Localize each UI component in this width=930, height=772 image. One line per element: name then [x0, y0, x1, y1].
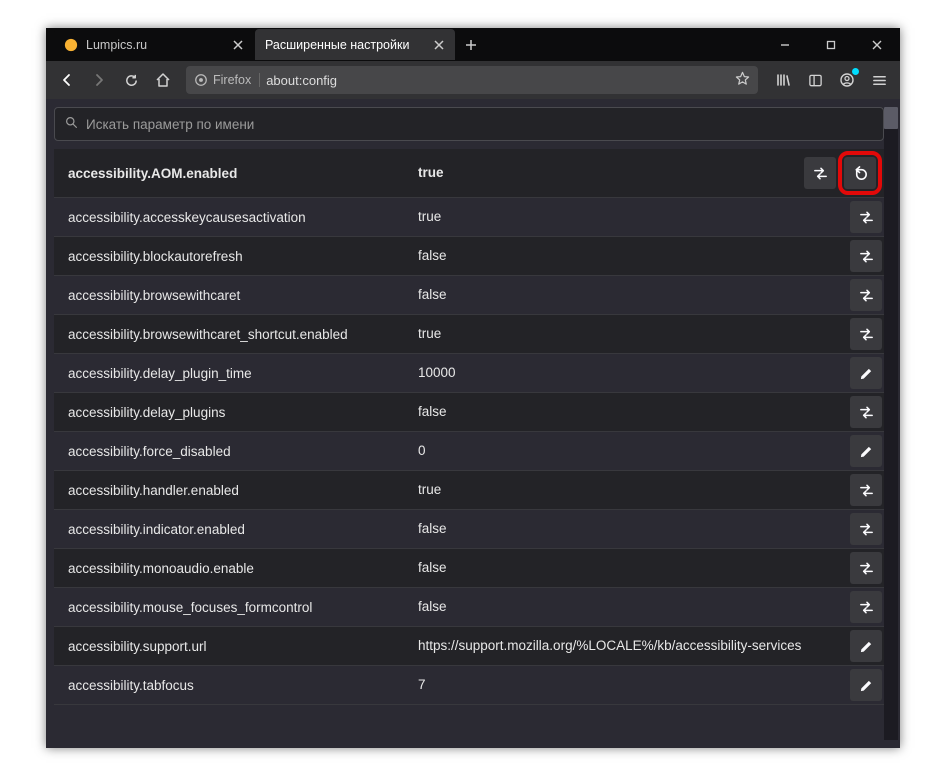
menu-button[interactable]: [864, 65, 894, 95]
forward-button: [84, 65, 114, 95]
pref-value: true: [418, 160, 801, 186]
url-text: about:config: [266, 73, 337, 88]
pref-row: accessibility.delay_pluginsfalse: [54, 393, 884, 432]
identity-box[interactable]: Firefox: [194, 73, 260, 87]
toggle-button[interactable]: [850, 201, 882, 233]
close-window-button[interactable]: [854, 30, 900, 60]
pref-value: 10000: [418, 360, 847, 386]
tab-title: Расширенные настройки: [265, 38, 425, 52]
edit-button[interactable]: [850, 669, 882, 701]
tab-aboutconfig[interactable]: Расширенные настройки: [255, 29, 455, 60]
favicon-icon: [64, 38, 78, 52]
close-icon[interactable]: [431, 37, 447, 53]
pref-row: accessibility.accesskeycausesactivationt…: [54, 198, 884, 237]
toggle-button[interactable]: [850, 318, 882, 350]
minimize-button[interactable]: [762, 30, 808, 60]
maximize-button[interactable]: [808, 30, 854, 60]
bookmark-star-icon[interactable]: [735, 71, 750, 89]
pref-name: accessibility.mouse_focuses_formcontrol: [68, 600, 418, 615]
home-button[interactable]: [148, 65, 178, 95]
pref-name: accessibility.AOM.enabled: [68, 166, 418, 181]
search-icon: [65, 116, 78, 132]
pref-row: accessibility.blockautorefreshfalse: [54, 237, 884, 276]
browser-window: Lumpics.ru Расширенные настройки: [46, 28, 900, 748]
navbar: Firefox about:config: [46, 61, 900, 99]
pref-value: https://support.mozilla.org/%LOCALE%/kb/…: [418, 633, 847, 659]
firefox-icon: [194, 73, 208, 87]
pref-row: accessibility.force_disabled0: [54, 432, 884, 471]
edit-button[interactable]: [850, 630, 882, 662]
scrollbar[interactable]: [884, 107, 898, 740]
pref-value: false: [418, 243, 847, 269]
pref-name: accessibility.delay_plugin_time: [68, 366, 418, 381]
pref-row: accessibility.mouse_focuses_formcontrolf…: [54, 588, 884, 627]
pref-row: accessibility.AOM.enabledtrue: [54, 149, 884, 198]
pref-row: accessibility.browsewithcaret_shortcut.e…: [54, 315, 884, 354]
close-icon[interactable]: [230, 37, 246, 53]
toggle-button[interactable]: [850, 591, 882, 623]
pref-value: false: [418, 555, 847, 581]
tab-strip: Lumpics.ru Расширенные настройки: [46, 28, 486, 61]
pref-value: true: [418, 477, 847, 503]
account-button[interactable]: [832, 65, 862, 95]
pref-name: accessibility.monoaudio.enable: [68, 561, 418, 576]
library-button[interactable]: [768, 65, 798, 95]
reload-button[interactable]: [116, 65, 146, 95]
pref-name: accessibility.support.url: [68, 639, 418, 654]
content-area: Искать параметр по имени accessibility.A…: [46, 99, 900, 748]
pref-row: accessibility.tabfocus7: [54, 666, 884, 705]
search-input[interactable]: Искать параметр по имени: [54, 107, 884, 141]
pref-name: accessibility.blockautorefresh: [68, 249, 418, 264]
search-placeholder: Искать параметр по имени: [86, 117, 254, 132]
pref-name: accessibility.delay_plugins: [68, 405, 418, 420]
pref-name: accessibility.browsewithcaret_shortcut.e…: [68, 327, 418, 342]
scroll-thumb[interactable]: [884, 107, 898, 129]
toggle-button[interactable]: [850, 552, 882, 584]
pref-row: accessibility.support.urlhttps://support…: [54, 627, 884, 666]
pref-name: accessibility.force_disabled: [68, 444, 418, 459]
toggle-button[interactable]: [850, 396, 882, 428]
about-config: Искать параметр по имени accessibility.A…: [54, 107, 884, 740]
toggle-button[interactable]: [850, 513, 882, 545]
pref-name: accessibility.handler.enabled: [68, 483, 418, 498]
edit-button[interactable]: [850, 357, 882, 389]
reset-button[interactable]: [844, 157, 876, 189]
pref-row: accessibility.browsewithcaretfalse: [54, 276, 884, 315]
toolbar-right: [768, 65, 894, 95]
new-tab-button[interactable]: [456, 30, 486, 60]
pref-value: false: [418, 594, 847, 620]
sidebar-button[interactable]: [800, 65, 830, 95]
toggle-button[interactable]: [804, 157, 836, 189]
urlbar[interactable]: Firefox about:config: [186, 66, 758, 94]
tab-title: Lumpics.ru: [86, 38, 224, 52]
tab-lumpics[interactable]: Lumpics.ru: [54, 29, 254, 60]
back-button[interactable]: [52, 65, 82, 95]
pref-name: accessibility.accesskeycausesactivation: [68, 210, 418, 225]
titlebar: Lumpics.ru Расширенные настройки: [46, 28, 900, 61]
pref-value: 7: [418, 672, 847, 698]
toggle-button[interactable]: [850, 279, 882, 311]
pref-value: 0: [418, 438, 847, 464]
identity-label: Firefox: [213, 73, 251, 87]
pref-row: accessibility.monoaudio.enablefalse: [54, 549, 884, 588]
pref-value: true: [418, 321, 847, 347]
reset-highlight: [838, 151, 882, 195]
pref-value: false: [418, 516, 847, 542]
pref-value: true: [418, 204, 847, 230]
pref-row: accessibility.delay_plugin_time10000: [54, 354, 884, 393]
pref-value: false: [418, 399, 847, 425]
pref-row: accessibility.handler.enabledtrue: [54, 471, 884, 510]
pref-name: accessibility.indicator.enabled: [68, 522, 418, 537]
pref-name: accessibility.browsewithcaret: [68, 288, 418, 303]
pref-value: false: [418, 282, 847, 308]
toggle-button[interactable]: [850, 240, 882, 272]
pref-row: accessibility.indicator.enabledfalse: [54, 510, 884, 549]
pref-name: accessibility.tabfocus: [68, 678, 418, 693]
prefs-list: accessibility.AOM.enabledtrueaccessibili…: [54, 149, 884, 740]
window-controls: [762, 30, 900, 60]
toggle-button[interactable]: [850, 474, 882, 506]
edit-button[interactable]: [850, 435, 882, 467]
